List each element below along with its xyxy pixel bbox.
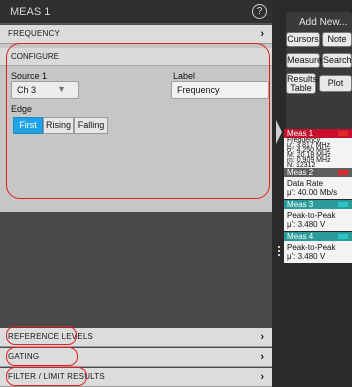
chevron-right-icon: › xyxy=(260,28,264,40)
edge-rising-button[interactable]: Rising xyxy=(43,117,74,134)
panel-empty-area xyxy=(0,212,272,326)
source-select[interactable]: Ch 3 ▼ xyxy=(11,81,79,99)
meas4-source-tag xyxy=(338,234,348,239)
meas2-title: Meas 2 xyxy=(287,168,314,177)
label-input-value: Frequency xyxy=(177,85,220,95)
measure-button[interactable]: Measure xyxy=(286,53,322,68)
chevron-right-icon: › xyxy=(260,331,264,343)
edge-first-button[interactable]: First xyxy=(13,117,43,134)
label-field-label: Label xyxy=(173,71,196,81)
dropdown-caret-icon: ▼ xyxy=(57,84,66,94)
help-icon[interactable]: ? xyxy=(252,4,267,19)
meas1-readout-list: Frequency μ': 3.817 MHz σ': 4.250 MHz M:… xyxy=(287,137,351,169)
meas2-header[interactable]: Meas 2 xyxy=(284,168,352,177)
meas2-mean: μ': 40.00 Mb/s xyxy=(287,188,338,197)
panel-title-bar: MEAS 1 ? xyxy=(0,0,272,24)
meas3-card[interactable]: Peak-to-Peak μ': 3.480 V xyxy=(284,209,352,231)
configure-header-label: CONFIGURE xyxy=(11,52,59,61)
meas3-header[interactable]: Meas 3 xyxy=(284,200,352,209)
gating-row[interactable]: GATING › xyxy=(0,348,272,367)
meas1-source-tag xyxy=(338,131,348,136)
edge-label: Edge xyxy=(11,104,33,114)
results-table-button[interactable]: Results Table xyxy=(286,73,317,94)
edge-falling-button[interactable]: Falling xyxy=(74,117,108,134)
chevron-right-icon: › xyxy=(260,371,264,383)
add-new-title: Add New... xyxy=(299,17,348,28)
meas4-header[interactable]: Meas 4 xyxy=(284,232,352,241)
note-button[interactable]: Note xyxy=(322,32,352,47)
meas3-title: Meas 3 xyxy=(287,200,314,209)
gating-label: GATING xyxy=(8,352,40,361)
meas2-card[interactable]: Data Rate μ': 40.00 Mb/s xyxy=(284,177,352,199)
label-input[interactable]: Frequency xyxy=(171,81,269,99)
meas4-name: Peak-to-Peak xyxy=(287,243,336,252)
cursors-button[interactable]: Cursors xyxy=(286,32,320,47)
meas4-mean: μ': 3.480 V xyxy=(287,252,326,261)
meas4-title: Meas 4 xyxy=(287,232,314,241)
measurement-type-label: FREQUENCY xyxy=(8,29,61,38)
meas-config-panel: MEAS 1 ? FREQUENCY › CONFIGURE Source 1 … xyxy=(0,0,272,387)
configure-header[interactable]: CONFIGURE xyxy=(0,48,272,66)
source-value: Ch 3 xyxy=(17,85,37,95)
filter-limit-results-label: FILTER / LIMIT RESULTS xyxy=(8,372,105,381)
filter-limit-results-row[interactable]: FILTER / LIMIT RESULTS › xyxy=(0,368,272,387)
plot-button[interactable]: Plot xyxy=(319,75,352,92)
source-label: Source 1 xyxy=(11,71,48,81)
meas3-source-tag xyxy=(338,202,348,207)
measurement-type-row[interactable]: FREQUENCY › xyxy=(0,25,272,44)
meas3-mean: μ': 3.480 V xyxy=(287,220,326,229)
reference-levels-row[interactable]: REFERENCE LEVELS › xyxy=(0,328,272,347)
reference-levels-label: REFERENCE LEVELS xyxy=(8,332,94,341)
meas2-source-tag xyxy=(338,170,348,175)
search-button[interactable]: Search xyxy=(322,53,352,68)
panel-title: MEAS 1 xyxy=(10,6,51,18)
drag-handle-icon[interactable] xyxy=(278,246,281,258)
meas3-name: Peak-to-Peak xyxy=(287,211,336,220)
chevron-right-icon: › xyxy=(260,351,264,363)
meas2-name: Data Rate xyxy=(287,179,324,188)
meas4-card[interactable]: Peak-to-Peak μ': 3.480 V xyxy=(284,241,352,263)
